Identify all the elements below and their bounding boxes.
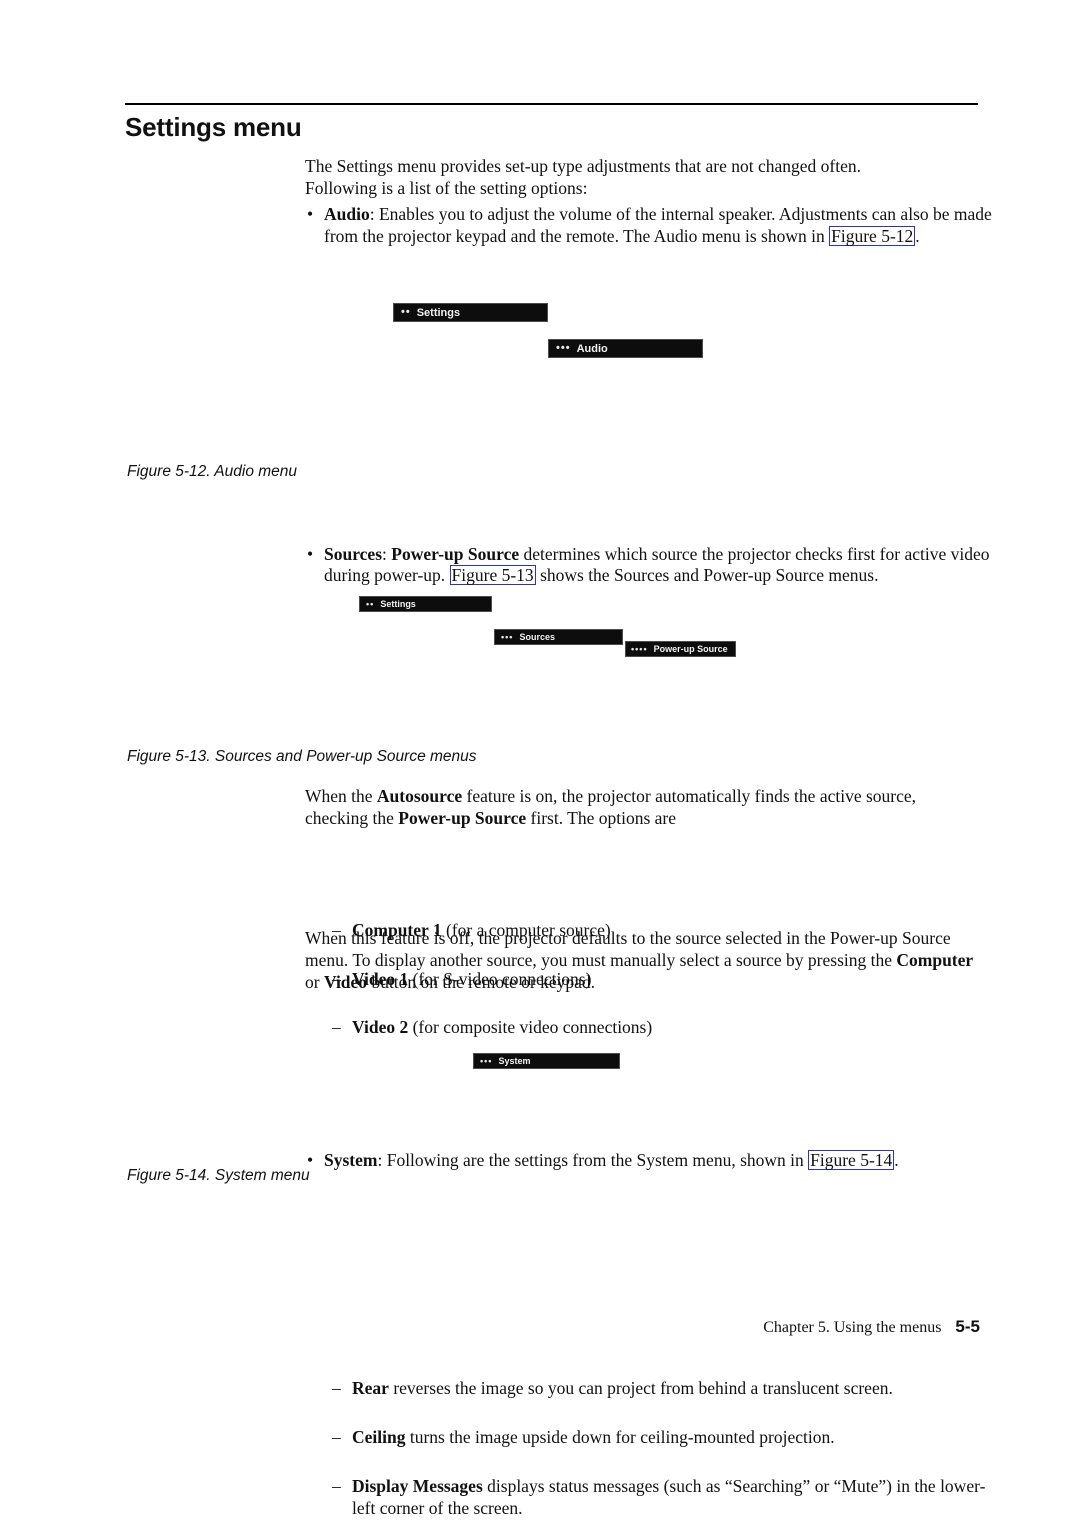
bullet-audio-text-end: . xyxy=(915,225,920,246)
autosource-text: When the Autosource feature is on, the p… xyxy=(305,786,980,830)
setting-term: Rear xyxy=(352,1378,389,1399)
osd-powerup-source-menu[interactable]: •••• Power-up Source xyxy=(625,641,736,657)
sources-text-a: : xyxy=(382,543,392,564)
menu-level-dots: ••• xyxy=(480,1055,493,1066)
option-rest: (for composite video connections) xyxy=(408,1016,653,1037)
osd-title-bar: •••• Power-up Source xyxy=(626,642,735,656)
system-text-a: : Following are the settings from the Sy… xyxy=(377,1149,809,1170)
osd-sources-menu[interactable]: ••• Sources xyxy=(494,629,623,645)
term-powerup: Power-up Source xyxy=(398,807,527,828)
document-page: Settings menu The Settings menu provides… xyxy=(0,0,1080,1518)
link-figure-5-13[interactable]: Figure 5-13 xyxy=(449,565,536,586)
osd-settings-menu-a[interactable]: •• Settings xyxy=(393,303,548,322)
header-rule xyxy=(125,103,978,105)
setting-rest: turns the image upside down for ceiling-… xyxy=(405,1427,835,1448)
osd-system-menu[interactable]: ••• System xyxy=(473,1053,620,1069)
osd-settings-menu-b[interactable]: •• Settings xyxy=(359,596,492,612)
menu-level-dots: •• xyxy=(401,306,411,318)
menu-level-dots: ••• xyxy=(556,342,571,354)
osd-title-text: System xyxy=(498,1056,531,1066)
option-term: Video 2 xyxy=(352,1016,409,1037)
page-title: Settings menu xyxy=(125,112,302,142)
osd-title-bar: ••• Sources xyxy=(495,630,622,644)
bullet-marker: • xyxy=(307,543,314,564)
link-figure-5-14[interactable]: Figure 5-14 xyxy=(808,1149,895,1170)
feature-off-text: When this feature is off, the projector … xyxy=(305,928,980,993)
term-autosource: Autosource xyxy=(376,786,463,806)
feature-off-c: button on the remote or keypad. xyxy=(367,971,595,992)
autosource-paragraph: When the Autosource feature is on, the p… xyxy=(305,786,980,830)
setting-rest: reverses the image so you can project fr… xyxy=(388,1378,893,1399)
figure-caption-5-13: Figure 5-13. Sources and Power-up Source… xyxy=(127,748,477,765)
page-footer: Chapter 5. Using the menus 5-5 xyxy=(763,1317,980,1337)
osd-title-text: Power-up Source xyxy=(653,644,728,654)
footer-chapter-text: Chapter 5. Using the menus xyxy=(763,1319,942,1336)
setting-term: Display Messages xyxy=(352,1475,483,1496)
link-figure-5-12[interactable]: Figure 5-12 xyxy=(829,225,916,246)
system-setting-ceiling: – Ceiling turns the image upside down fo… xyxy=(330,1427,1002,1449)
autosource-a: When the xyxy=(305,786,377,806)
option-video-2: – Video 2 (for composite video connectio… xyxy=(330,1017,1002,1039)
osd-title-bar: •• Settings xyxy=(360,597,491,611)
autosource-c: first. The options are xyxy=(526,807,676,828)
term-sources: Sources xyxy=(324,543,383,564)
osd-title-text: Sources xyxy=(519,632,555,642)
bullet-audio: • Audio: Enables you to adjust the volum… xyxy=(305,204,999,248)
bullet-system: • System: Following are the settings fro… xyxy=(305,1149,999,1172)
term-system: System xyxy=(324,1149,378,1170)
osd-audio-menu[interactable]: ••• Audio xyxy=(548,339,703,358)
intro-line-1: The Settings menu provides set-up type a… xyxy=(305,156,861,176)
system-text-b: . xyxy=(894,1149,899,1170)
dash-marker: – xyxy=(332,1475,341,1496)
menu-level-dots: •• xyxy=(366,598,375,609)
intro-line-2: Following is a list of the setting optio… xyxy=(305,177,588,198)
term-computer: Computer xyxy=(896,949,974,970)
sources-text-c: shows the Sources and Power-up Source me… xyxy=(535,565,879,586)
osd-title-text: Audio xyxy=(576,342,608,355)
dash-marker: – xyxy=(332,1016,341,1037)
menu-level-dots: ••• xyxy=(501,631,514,642)
osd-title-bar: •• Settings xyxy=(394,304,547,321)
footer-page-number: 5-5 xyxy=(955,1317,980,1336)
dash-marker: – xyxy=(332,1427,341,1448)
term-power-up-source: Power-up Source xyxy=(391,543,520,564)
feature-off-b: or xyxy=(305,971,324,992)
feature-off-a: When this feature is off, the projector … xyxy=(305,928,951,970)
osd-title-text: Settings xyxy=(416,306,461,319)
menu-level-dots: •••• xyxy=(631,643,648,654)
bullet-marker: • xyxy=(307,204,314,224)
feature-off-paragraph: When this feature is off, the projector … xyxy=(305,928,980,993)
setting-term: Ceiling xyxy=(352,1427,406,1448)
bullet-sources: • Sources: Power-up Source determines wh… xyxy=(305,544,999,588)
osd-title-text: Settings xyxy=(380,599,416,609)
figure-caption-5-14: Figure 5-14. System menu xyxy=(127,1167,310,1184)
system-setting-display-messages: – Display Messages displays status messa… xyxy=(330,1476,1002,1520)
osd-title-bar: ••• Audio xyxy=(549,340,702,357)
intro-paragraph: The Settings menu provides set-up type a… xyxy=(305,156,980,200)
term-audio: Audio xyxy=(324,204,370,224)
term-video: Video xyxy=(323,971,368,992)
figure-caption-5-12: Figure 5-12. Audio menu xyxy=(127,463,298,480)
osd-title-bar: ••• System xyxy=(474,1054,619,1068)
